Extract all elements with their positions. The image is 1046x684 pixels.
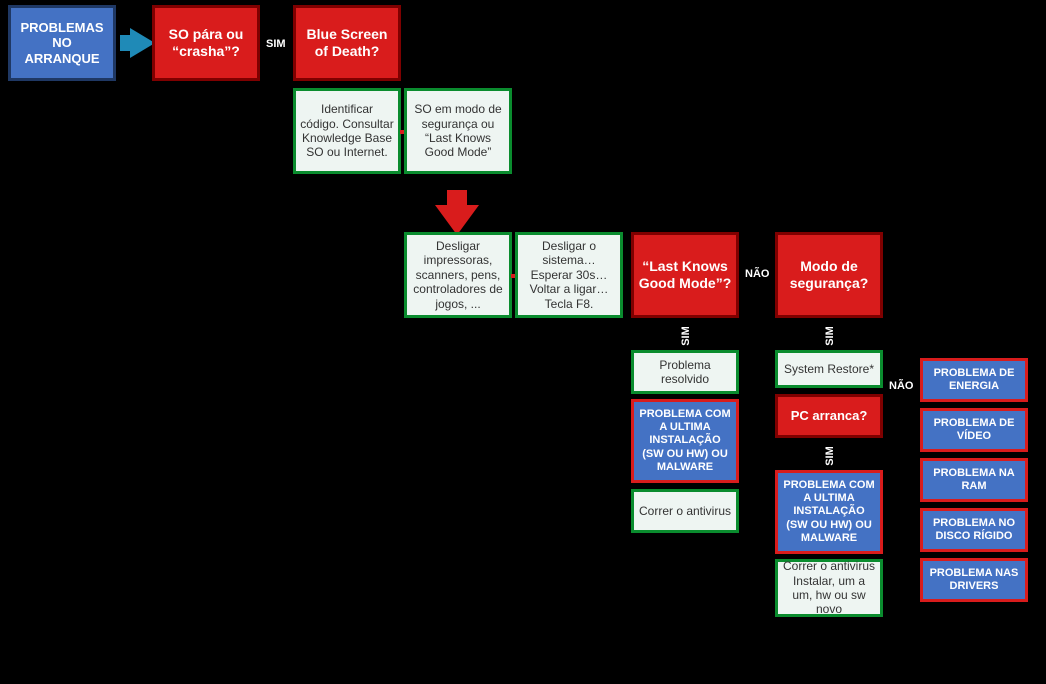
problem-video: PROBLEMA DE VÍDEO bbox=[920, 408, 1028, 452]
info-system-restore: System Restore* bbox=[775, 350, 883, 388]
label-sim-v1: SIM bbox=[680, 326, 692, 346]
info-identify-code: Identificar código. Consultar Knowledge … bbox=[293, 88, 401, 174]
question-last-good: “Last Knows Good Mode”? bbox=[631, 232, 739, 318]
label-nao-2: NÃO bbox=[889, 380, 913, 392]
start-node: PROBLEMAS NO ARRANQUE bbox=[8, 5, 116, 81]
info-antivirus-1: Correr o antivirus bbox=[631, 489, 739, 533]
info-safe-mode: SO em modo de segurança ou “Last Knows G… bbox=[404, 88, 512, 174]
info-shutdown: Desligar o sistema… Esperar 30s… Voltar … bbox=[515, 232, 623, 318]
question-crash: SO pára ou “crasha”? bbox=[152, 5, 260, 81]
label-sim-v2: SIM bbox=[824, 326, 836, 346]
problem-disco: PROBLEMA NO DISCO RÍGIDO bbox=[920, 508, 1028, 552]
problem-ram: PROBLEMA NA RAM bbox=[920, 458, 1028, 502]
arrow-down-1 bbox=[435, 205, 479, 235]
question-bsod: Blue Screen of Death? bbox=[293, 5, 401, 81]
label-nao-1: NÃO bbox=[745, 268, 769, 280]
label-sim-1: SIM bbox=[266, 38, 286, 50]
outcome-malware-2: PROBLEMA COM A ULTIMA INSTALAÇÃO (SW OU … bbox=[775, 470, 883, 554]
outcome-malware-1: PROBLEMA COM A ULTIMA INSTALAÇÃO (SW OU … bbox=[631, 399, 739, 483]
info-unplug: Desligar impressoras, scanners, pens, co… bbox=[404, 232, 512, 318]
info-resolved: Problema resolvido bbox=[631, 350, 739, 394]
problem-drivers: PROBLEMA NAS DRIVERS bbox=[920, 558, 1028, 602]
info-antivirus-2: Correr o antivirus Instalar, um a um, hw… bbox=[775, 559, 883, 617]
question-pc-boots: PC arranca? bbox=[775, 394, 883, 438]
label-sim-v3: SIM bbox=[824, 446, 836, 466]
problem-energia: PROBLEMA DE ENERGIA bbox=[920, 358, 1028, 402]
question-safe-mode: Modo de segurança? bbox=[775, 232, 883, 318]
